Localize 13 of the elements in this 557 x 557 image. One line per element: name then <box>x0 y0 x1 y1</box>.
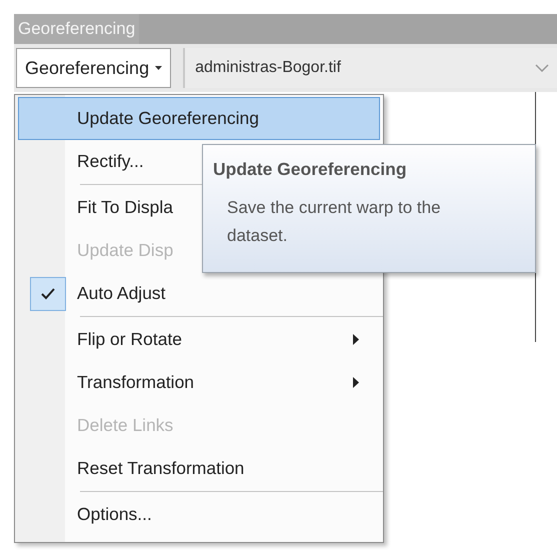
menu-item[interactable]: Auto Adjust <box>18 272 380 315</box>
layer-dropdown[interactable]: administras-Bogor.tif <box>183 48 557 88</box>
toolbar-title: Georeferencing <box>14 14 140 44</box>
tooltip-text: Save the current warp to the dataset. <box>227 197 442 247</box>
menu-item[interactable]: Transformation <box>18 361 380 404</box>
menu-item[interactable]: Reset Transformation <box>18 447 380 490</box>
georeferencing-menu-button[interactable]: Georeferencing <box>16 48 172 88</box>
caret-icon <box>155 66 162 70</box>
menu-item[interactable]: Update Georeferencing <box>18 97 380 140</box>
chevron-icon <box>535 64 549 72</box>
tooltip-title: Update Georeferencing <box>213 159 408 180</box>
menu-item[interactable]: Options... <box>18 493 380 536</box>
menu-item[interactable]: Flip or Rotate <box>18 318 380 361</box>
